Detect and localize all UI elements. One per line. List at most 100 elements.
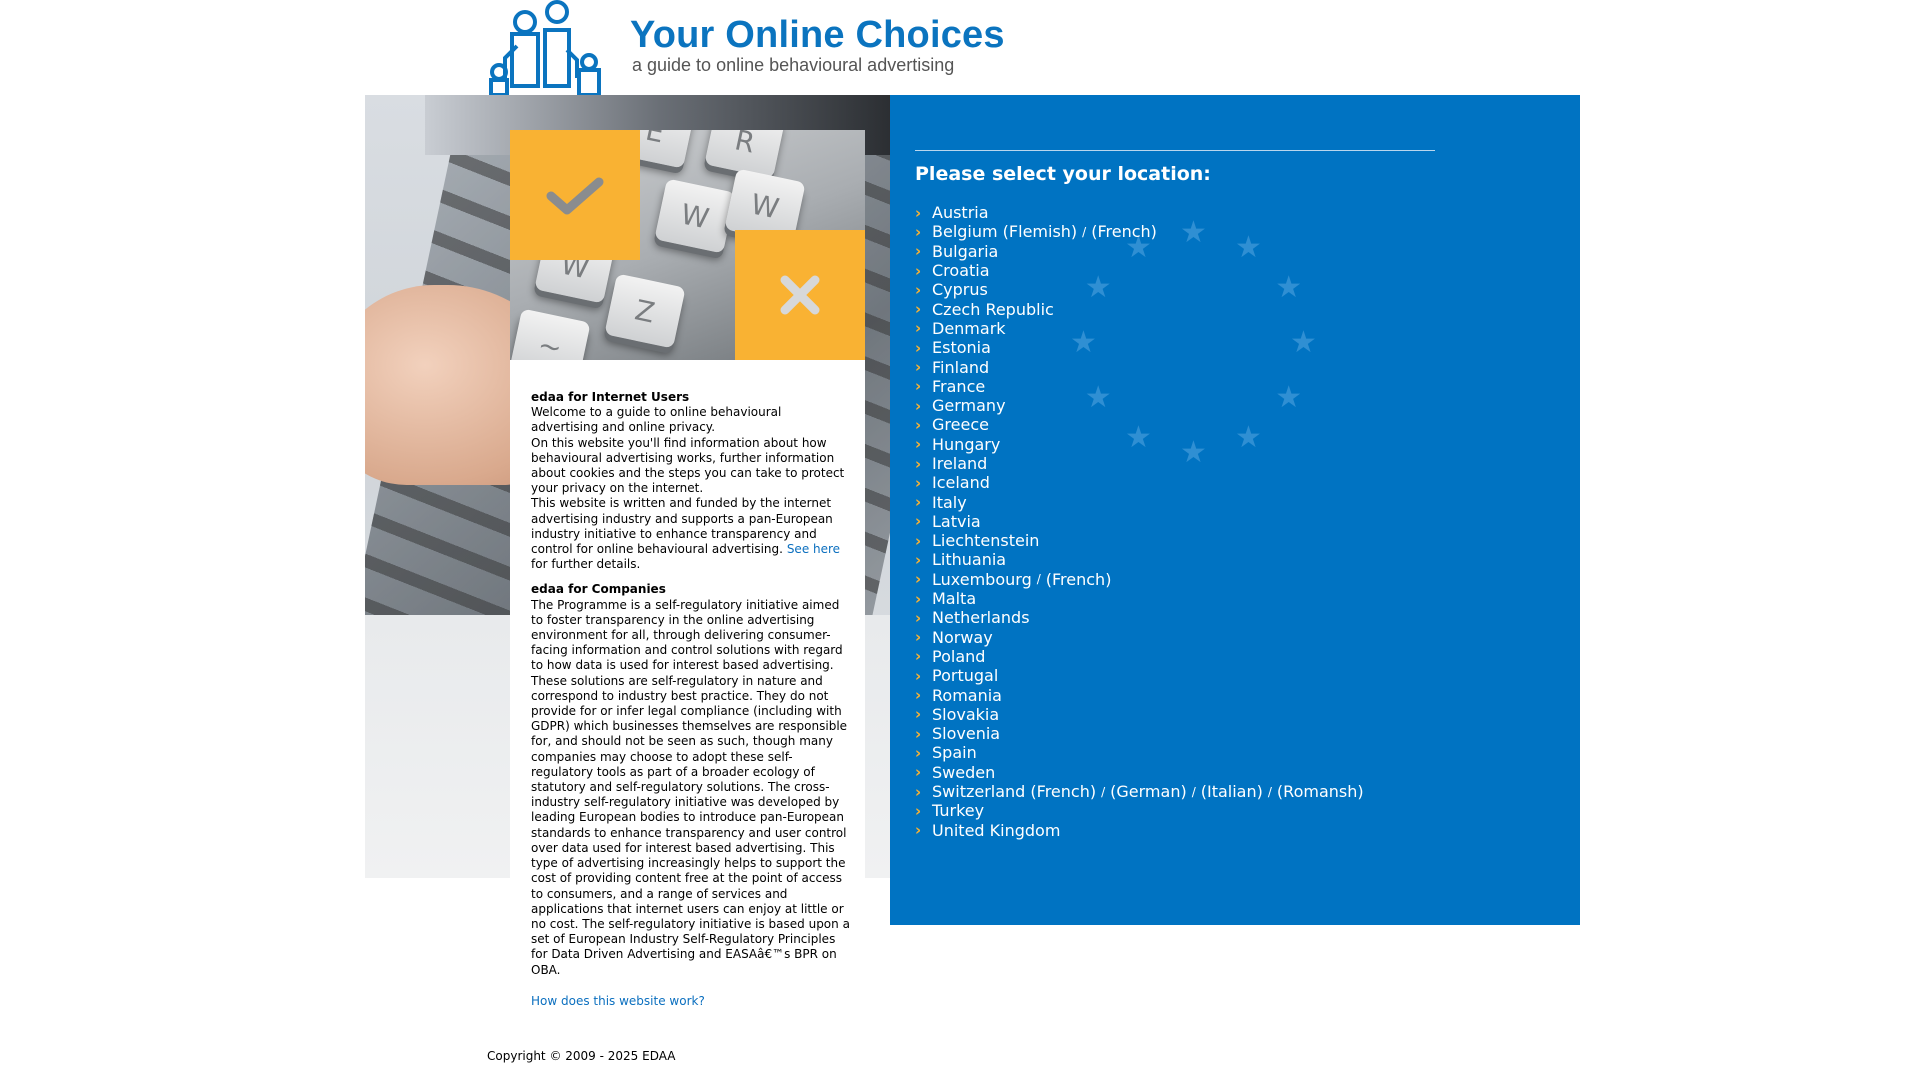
country-item: › Czech Republic	[915, 299, 1364, 319]
country-link[interactable]: Latvia	[932, 512, 981, 531]
country-item: › Ireland	[915, 454, 1364, 473]
chevron-right-icon: ›	[915, 666, 922, 685]
country-link[interactable]: (Italian)	[1201, 782, 1263, 801]
country-link[interactable]: Austria	[932, 203, 989, 222]
chevron-right-icon: ›	[915, 589, 922, 608]
people-logo-icon[interactable]	[487, 0, 607, 95]
chevron-right-icon: ›	[915, 454, 922, 473]
companies-heading: edaa for Companies	[531, 582, 666, 597]
country-item: › Malta	[915, 589, 1364, 608]
country-link[interactable]: Cyprus	[932, 280, 988, 299]
chevron-right-icon: ›	[915, 550, 922, 569]
country-link[interactable]: Czech Republic	[932, 300, 1054, 319]
country-item: › Iceland	[915, 473, 1364, 492]
site-tagline: a guide to online behavioural advertisin…	[632, 55, 955, 75]
copyright-footer: Copyright © 2009 - 2025 EDAA	[487, 1049, 676, 1063]
country-link[interactable]: Malta	[932, 589, 976, 608]
language-separator: /	[1267, 784, 1272, 799]
country-link[interactable]: Poland	[932, 647, 985, 666]
how-it-works-link[interactable]: How does this website work?	[531, 994, 851, 1009]
country-item: › Spain	[915, 743, 1364, 762]
country-link[interactable]: Ireland	[932, 454, 987, 473]
country-link[interactable]: Slovakia	[932, 705, 999, 724]
chevron-right-icon: ›	[915, 493, 922, 512]
country-link[interactable]: Lithuania	[932, 550, 1006, 569]
country-link[interactable]: Greece	[932, 415, 989, 434]
checkmark-icon	[546, 177, 604, 215]
chevron-right-icon: ›	[915, 280, 922, 299]
country-link[interactable]: Iceland	[932, 473, 990, 492]
country-link[interactable]: Hungary	[932, 435, 1000, 454]
see-here-link[interactable]: See here	[787, 542, 840, 556]
country-link[interactable]: (German)	[1110, 782, 1187, 801]
country-link[interactable]: (Romansh)	[1277, 782, 1364, 801]
country-link[interactable]: United Kingdom	[932, 821, 1060, 840]
country-link[interactable]: Finland	[932, 358, 989, 377]
users-section: edaa for Internet Users Welcome to a gui…	[531, 390, 851, 572]
country-item: › Latvia	[915, 512, 1364, 531]
country-item: › Greece	[915, 415, 1364, 434]
keyboard-key: Z	[604, 273, 686, 349]
users-paragraph-2: On this website you'll find information …	[531, 435, 845, 496]
country-item: › Netherlands	[915, 608, 1364, 627]
country-link[interactable]: Luxembourg	[932, 570, 1032, 589]
panel-divider	[915, 150, 1435, 151]
further-details-text: for further details.	[531, 557, 641, 572]
users-paragraph-3: This website is written and funded by th…	[531, 496, 851, 572]
country-link[interactable]: (French)	[1046, 570, 1112, 589]
chevron-right-icon: ›	[915, 319, 922, 338]
country-link[interactable]: Liechtenstein	[932, 531, 1039, 550]
country-link[interactable]: France	[932, 377, 985, 396]
location-heading: Please select your location:	[915, 163, 1211, 185]
country-link[interactable]: Norway	[932, 628, 993, 647]
keyboard-key: ~	[510, 308, 591, 360]
country-link[interactable]: Romania	[932, 686, 1002, 705]
chevron-right-icon: ›	[915, 821, 922, 840]
chevron-right-icon: ›	[915, 512, 922, 531]
country-link[interactable]: Croatia	[932, 261, 990, 280]
intro-text: edaa for Internet Users Welcome to a gui…	[531, 390, 851, 1019]
country-link[interactable]: Estonia	[932, 338, 991, 357]
country-link[interactable]: Spain	[932, 743, 977, 762]
country-item: › Sweden	[915, 763, 1364, 782]
country-item: › Croatia	[915, 261, 1364, 280]
keyboard-image: E R W W Z ~ W	[510, 130, 865, 360]
chevron-right-icon: ›	[915, 782, 922, 801]
country-link[interactable]: Belgium (Flemish)	[932, 222, 1077, 241]
country-link[interactable]: Switzerland (French)	[932, 782, 1096, 801]
country-link[interactable]: Turkey	[932, 801, 984, 820]
chevron-right-icon: ›	[915, 743, 922, 762]
language-separator: /	[1101, 784, 1106, 799]
country-link[interactable]: Netherlands	[932, 608, 1030, 627]
chevron-right-icon: ›	[915, 435, 922, 454]
country-item: › Belgium (Flemish) / (French)	[915, 222, 1364, 241]
country-link[interactable]: Sweden	[932, 763, 995, 782]
country-item: › Poland	[915, 647, 1364, 666]
chevron-right-icon: ›	[915, 396, 922, 415]
chevron-right-icon: ›	[915, 801, 922, 820]
country-link[interactable]: Portugal	[932, 666, 998, 685]
country-item: › Norway	[915, 628, 1364, 647]
country-link[interactable]: Bulgaria	[932, 242, 998, 261]
chevron-right-icon: ›	[915, 705, 922, 724]
country-item: › Finland	[915, 357, 1364, 377]
country-item: › Turkey	[915, 801, 1364, 820]
country-link[interactable]: Denmark	[932, 319, 1006, 338]
intro-card: E R W W Z ~ W edaa for Internet Users We…	[510, 130, 865, 1030]
site-title[interactable]: Your Online Choices	[630, 14, 1005, 57]
keyboard-key: W	[654, 178, 736, 254]
chevron-right-icon: ›	[915, 338, 922, 357]
chevron-right-icon: ›	[915, 686, 922, 705]
country-link[interactable]: Slovenia	[932, 724, 1000, 743]
language-separator: /	[1082, 224, 1087, 239]
country-list: › Austria › Belgium (Flemish) / (French) › Bulg…	[915, 203, 1364, 840]
country-link[interactable]: (French)	[1091, 222, 1157, 241]
chevron-right-icon: ›	[915, 300, 922, 319]
chevron-right-icon: ›	[915, 261, 922, 280]
country-link[interactable]: Germany	[932, 396, 1006, 415]
users-paragraph-1: Welcome to a guide to online behavioural…	[531, 405, 782, 435]
country-link[interactable]: Italy	[932, 493, 967, 512]
cross-icon	[780, 275, 820, 315]
chevron-right-icon: ›	[915, 415, 922, 434]
chevron-right-icon: ›	[915, 724, 922, 743]
